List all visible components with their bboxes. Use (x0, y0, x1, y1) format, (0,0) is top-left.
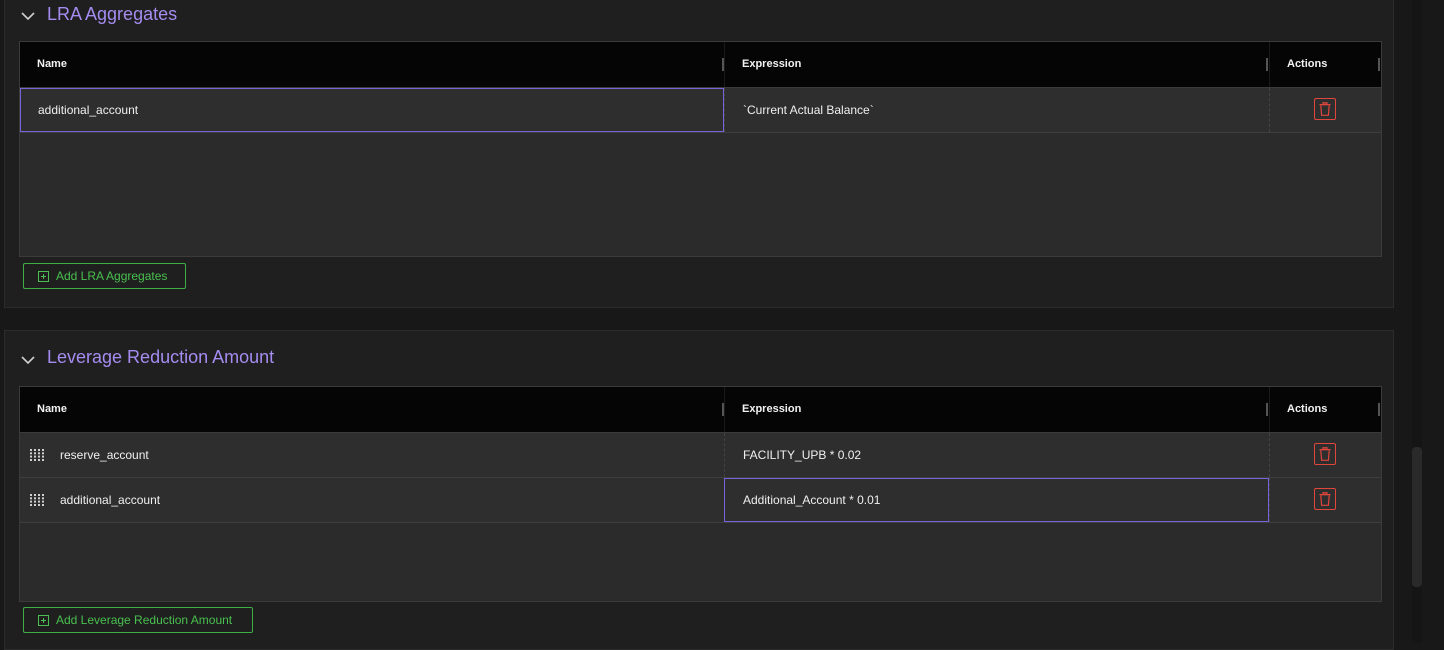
lra-aggregates-panel: LRA Aggregates Name Expression Actions a… (4, 0, 1394, 308)
delete-row-button[interactable] (1314, 443, 1336, 465)
column-resize-handle[interactable] (1266, 58, 1268, 71)
name-value: reserve_account (60, 448, 149, 462)
column-header-actions: Actions (1287, 403, 1328, 415)
table-row[interactable]: reserve_account FACILITY_UPB * 0.02 (20, 433, 1381, 478)
lra-aggregates-header[interactable]: LRA Aggregates (5, 0, 1393, 33)
grid-header-row: Name Expression Actions (20, 42, 1381, 88)
column-divider (1269, 387, 1270, 432)
column-header-expression[interactable]: Expression (742, 42, 801, 87)
add-button-label: Add LRA Aggregates (56, 269, 168, 283)
expression-cell[interactable]: `Current Actual Balance` (724, 88, 1269, 132)
section-title: Leverage Reduction Amount (47, 347, 275, 367)
name-value: additional_account (38, 103, 139, 117)
column-resize-handle[interactable] (1378, 58, 1380, 71)
scrollbar-thumb[interactable] (1412, 447, 1422, 587)
column-divider (724, 42, 725, 87)
trash-icon (1319, 447, 1331, 461)
delete-row-button[interactable] (1314, 98, 1336, 120)
chevron-down-icon[interactable] (20, 8, 36, 24)
table-row[interactable]: additional_account `Current Actual Balan… (20, 88, 1381, 133)
expression-value: `Current Actual Balance` (743, 103, 874, 117)
leverage-reduction-header[interactable]: Leverage Reduction Amount (5, 343, 1393, 377)
section-title: LRA Aggregates (47, 4, 178, 24)
expression-value: Additional_Account * 0.01 (743, 493, 881, 507)
table-row[interactable]: additional_account Additional_Account * … (20, 478, 1381, 523)
actions-cell (1269, 88, 1381, 132)
expression-value: FACILITY_UPB * 0.02 (743, 448, 862, 462)
trash-icon (1319, 102, 1331, 116)
plus-square-icon (38, 614, 49, 626)
add-button-label: Add Leverage Reduction Amount (56, 613, 233, 627)
name-cell[interactable]: additional_account (20, 88, 724, 132)
column-header-actions: Actions (1287, 58, 1328, 70)
grid-header-row: Name Expression Actions (20, 387, 1381, 433)
expression-cell[interactable]: Additional_Account * 0.01 (724, 478, 1269, 522)
add-leverage-reduction-amount-button[interactable]: Add Leverage Reduction Amount (23, 607, 253, 633)
chevron-down-icon[interactable] (20, 352, 36, 368)
actions-cell (1269, 478, 1381, 522)
leverage-reduction-grid: Name Expression Actions reserve_account (19, 386, 1382, 602)
expression-cell[interactable]: FACILITY_UPB * 0.02 (724, 433, 1269, 477)
lra-aggregates-grid: Name Expression Actions additional_accou… (19, 41, 1382, 257)
column-header-expression[interactable]: Expression (742, 387, 801, 432)
plus-square-icon (38, 270, 49, 282)
name-cell[interactable]: additional_account (20, 478, 724, 522)
column-resize-handle[interactable] (1266, 403, 1268, 416)
column-divider (724, 387, 725, 432)
column-header-name[interactable]: Name (37, 387, 67, 432)
column-divider (1269, 42, 1270, 87)
actions-cell (1269, 433, 1381, 477)
column-header-name[interactable]: Name (37, 42, 67, 87)
trash-icon (1319, 492, 1331, 506)
delete-row-button[interactable] (1314, 488, 1336, 510)
column-resize-handle[interactable] (1378, 403, 1380, 416)
leverage-reduction-panel: Leverage Reduction Amount Name Expressio… (4, 330, 1394, 650)
add-lra-aggregates-button[interactable]: Add LRA Aggregates (23, 263, 186, 289)
name-cell[interactable]: reserve_account (20, 433, 724, 477)
name-value: additional_account (60, 493, 161, 507)
